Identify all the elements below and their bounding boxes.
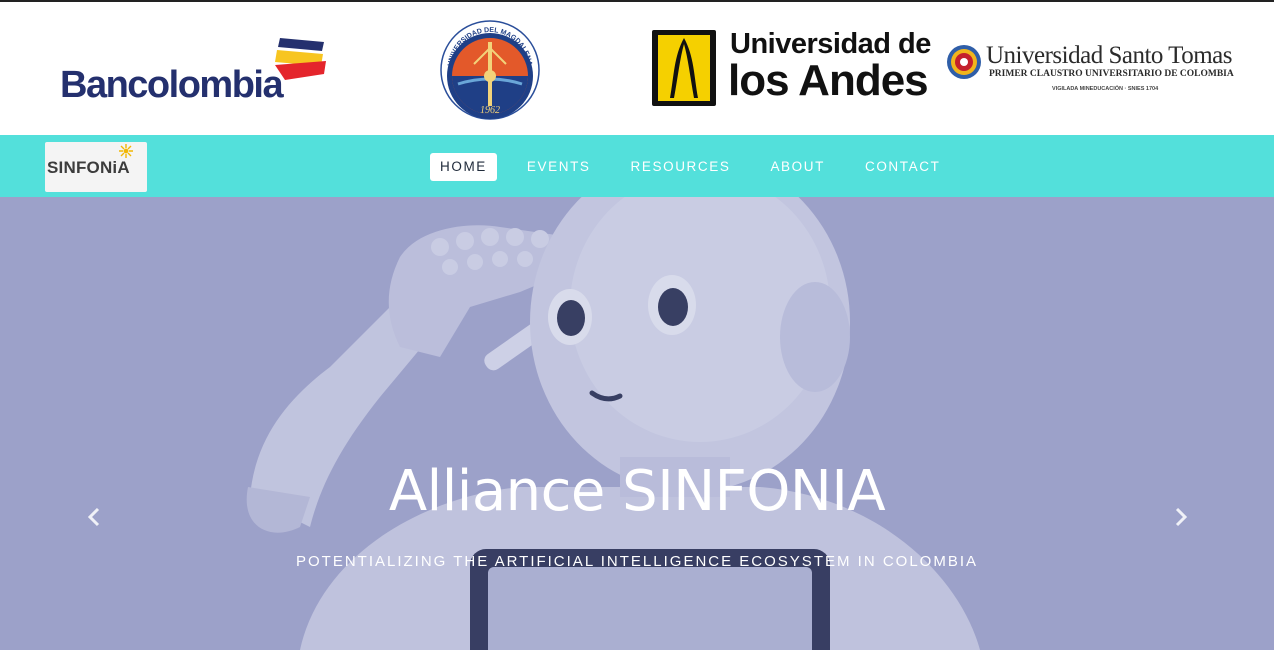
nav-home[interactable]: HOME	[430, 153, 497, 181]
main-nav: HOME EVENTS RESOURCES ABOUT CONTACT	[430, 153, 950, 181]
magdalena-year: 1962	[480, 105, 500, 116]
santo-tomas-accreditation: VIGILADA MINEDUCACIÓN · SNIES 1704	[1052, 86, 1159, 92]
brand-sparkle-icon	[119, 144, 133, 158]
main-navbar: SINFONiA HOME EVENTS RESOURCES ABOUT CON…	[0, 135, 1274, 197]
santo-tomas-seal-icon	[947, 45, 981, 79]
hero-carousel: Alliance SINFONIA POTENTIALIZING THE ART…	[0, 197, 1274, 650]
magdalena-seal-icon: UNIVERSIDAD DEL MAGDALENA 1962	[440, 20, 540, 120]
hero-title: Alliance SINFONIA	[388, 459, 886, 524]
robot-hero-image	[0, 197, 1274, 650]
hero-subtitle: POTENTIALIZING THE ARTIFICIAL INTELLIGEN…	[296, 553, 978, 570]
bancolombia-wordmark: Bancolombia	[60, 64, 284, 106]
sinfonia-brand-logo[interactable]: SINFONiA	[45, 142, 147, 192]
brand-text: SINFONiA	[47, 158, 130, 177]
nav-events[interactable]: EVENTS	[517, 153, 601, 181]
bancolombia-logo[interactable]: Bancolombia	[58, 34, 330, 106]
sponsor-logo-strip: Bancolombia UNIVERSIDAD DEL MAGDALENA 19…	[0, 2, 1274, 135]
andes-shield-icon	[652, 30, 716, 106]
universidad-del-magdalena-logo[interactable]: UNIVERSIDAD DEL MAGDALENA 1962	[438, 18, 542, 122]
nav-about[interactable]: ABOUT	[760, 153, 835, 181]
nav-resources[interactable]: RESOURCES	[621, 153, 741, 181]
andes-line2: los Andes	[728, 56, 929, 105]
universidad-de-los-andes-logo[interactable]: Universidad de los Andes	[650, 28, 931, 110]
nav-contact[interactable]: CONTACT	[855, 153, 950, 181]
santo-tomas-name: Universidad Santo Tomas	[986, 42, 1232, 69]
santo-tomas-tagline: PRIMER CLAUSTRO UNIVERSITARIO DE COLOMBI…	[989, 69, 1234, 79]
universidad-santo-tomas-logo[interactable]: Universidad Santo Tomas PRIMER CLAUSTRO …	[946, 42, 1234, 102]
